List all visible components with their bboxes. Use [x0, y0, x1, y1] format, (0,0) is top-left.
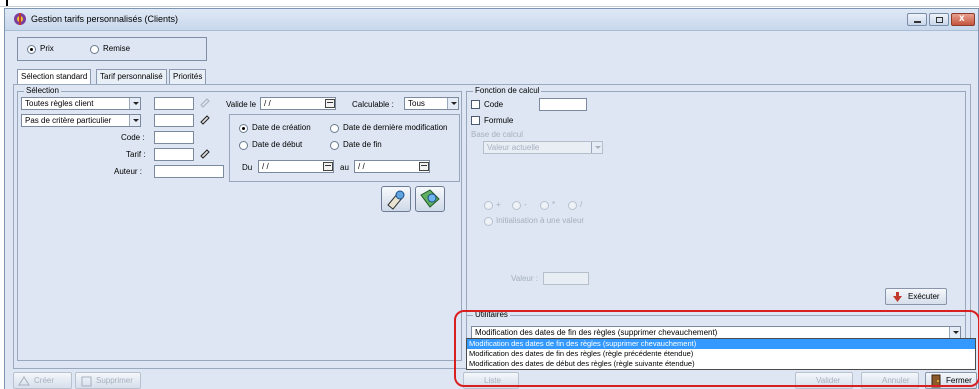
calendar-icon[interactable]: [325, 99, 335, 108]
remise-radio[interactable]: [90, 45, 99, 54]
date-creation-label: Date de création: [252, 123, 311, 132]
auteur-input[interactable]: [154, 165, 224, 178]
formule-label: Formule: [484, 116, 514, 125]
op-divide-radio[interactable]: [568, 201, 577, 210]
init-label: Initialisation à une valeur: [496, 216, 585, 225]
fonction-code-label: Code: [484, 100, 504, 109]
lookup-icon[interactable]: [199, 114, 210, 125]
remise-label: Remise: [103, 44, 131, 53]
chevron-down-icon: [591, 142, 602, 153]
app-icon: [14, 13, 26, 25]
chevron-down-icon: [447, 98, 458, 109]
executer-button[interactable]: Exécuter: [885, 288, 947, 305]
formule-checkbox[interactable]: [471, 116, 480, 125]
executer-label: Exécuter: [908, 292, 940, 301]
creer-button[interactable]: Créer: [13, 372, 72, 389]
op-times-label: *: [552, 200, 556, 209]
op-divide-label: /: [580, 200, 583, 209]
date-modif-label: Date de dernière modification: [343, 123, 448, 132]
supprimer-button[interactable]: Supprimer: [75, 372, 141, 389]
top-separator: [0, 6, 979, 7]
search-list-icon: [420, 189, 440, 208]
du-value: / /: [262, 162, 269, 171]
search-icon: [387, 190, 405, 210]
op-plus-label: +: [496, 200, 501, 209]
arrow-down-icon: [893, 292, 902, 302]
calendar-icon[interactable]: [323, 162, 333, 171]
chevron-down-icon: [129, 98, 140, 109]
rules-combo-value: Toutes règles client: [25, 99, 94, 108]
op-plus-radio[interactable]: [484, 201, 493, 210]
prix-label: Prix: [40, 44, 54, 53]
calculable-combo[interactable]: Tous: [404, 97, 459, 110]
chevron-down-icon: [129, 115, 140, 126]
code-input[interactable]: [154, 131, 194, 144]
init-radio[interactable]: [484, 217, 493, 226]
tarif-input[interactable]: [154, 148, 194, 161]
tab-tarif-personnalise[interactable]: Tarif personnalisé: [96, 69, 167, 84]
selection-group-label: Sélection: [24, 86, 61, 95]
mode-box: Prix Remise: [17, 37, 207, 61]
title-bar: Gestion tarifs personnalisés (Clients) x: [5, 9, 978, 31]
select-field-2[interactable]: [154, 114, 194, 127]
calculable-value: Tous: [408, 99, 425, 108]
code-label: Code :: [121, 133, 145, 142]
valide-le-value: / /: [264, 99, 271, 108]
client-area: Prix Remise Sélection standard Tarif per…: [5, 31, 979, 389]
minimize-icon: [914, 21, 921, 23]
lookup-icon-disabled: [200, 98, 210, 108]
window-title: Gestion tarifs personnalisés (Clients): [31, 14, 179, 24]
calculable-label: Calculable :: [352, 100, 394, 109]
prix-radio[interactable]: [27, 45, 36, 54]
base-calcul-label: Base de calcul: [471, 130, 524, 139]
window: Gestion tarifs personnalisés (Clients) x…: [4, 8, 979, 389]
calendar-icon[interactable]: [419, 162, 429, 171]
rules-combo[interactable]: Toutes règles client: [21, 97, 141, 110]
du-label: Du: [242, 163, 253, 172]
date-fin-radio[interactable]: [330, 141, 339, 150]
highlight-annotation: [454, 310, 979, 387]
au-value: / /: [358, 162, 365, 171]
close-button[interactable]: x: [951, 13, 975, 26]
date-box: Date de création Date de dernière modifi…: [229, 114, 460, 182]
delete-icon: [81, 376, 92, 387]
criteria-combo-value: Pas de critère particulier: [25, 116, 112, 125]
base-calcul-combo[interactable]: Valeur actuelle: [483, 141, 603, 154]
supprimer-label: Supprimer: [96, 376, 133, 385]
base-calcul-value: Valeur actuelle: [487, 143, 540, 152]
creer-label: Créer: [34, 376, 55, 385]
op-minus-label: -: [524, 200, 527, 209]
search-lookup-button[interactable]: [381, 186, 411, 212]
fonction-code-input[interactable]: [539, 98, 587, 111]
au-label: au: [340, 163, 349, 172]
op-times-radio[interactable]: [540, 201, 549, 210]
select-field-1[interactable]: [154, 97, 194, 110]
tab-selection-standard[interactable]: Sélection standard: [17, 69, 92, 85]
code-checkbox[interactable]: [471, 100, 480, 109]
close-icon: x: [959, 13, 965, 24]
date-fin-label: Date de fin: [343, 140, 382, 149]
maximize-icon: [936, 17, 943, 23]
op-minus-radio[interactable]: [512, 201, 521, 210]
create-icon: [18, 376, 30, 386]
fonction-group-label: Fonction de calcul: [473, 86, 542, 95]
valeur-input[interactable]: [543, 272, 589, 285]
selection-group: Sélection Toutes règles client Pas de cr…: [17, 86, 462, 361]
criteria-combo[interactable]: Pas de critère particulier: [21, 114, 141, 127]
minimize-button[interactable]: [907, 13, 927, 26]
search-list-button[interactable]: [415, 186, 445, 212]
tab-priorites[interactable]: Priorités: [169, 69, 207, 84]
valeur-label: Valeur :: [511, 274, 538, 283]
auteur-label: Auteur :: [114, 167, 143, 176]
tab-bar: Sélection standard Tarif personnalisé Pr…: [17, 69, 457, 85]
tarif-lookup-icon[interactable]: [199, 148, 210, 159]
date-modif-radio[interactable]: [330, 124, 339, 133]
date-debut-radio[interactable]: [239, 141, 248, 150]
maximize-button[interactable]: [929, 13, 949, 26]
valide-le-label: Valide le: [226, 100, 257, 109]
date-creation-radio[interactable]: [239, 124, 248, 133]
tarif-label: Tarif :: [126, 150, 146, 159]
date-debut-label: Date de début: [252, 140, 303, 149]
